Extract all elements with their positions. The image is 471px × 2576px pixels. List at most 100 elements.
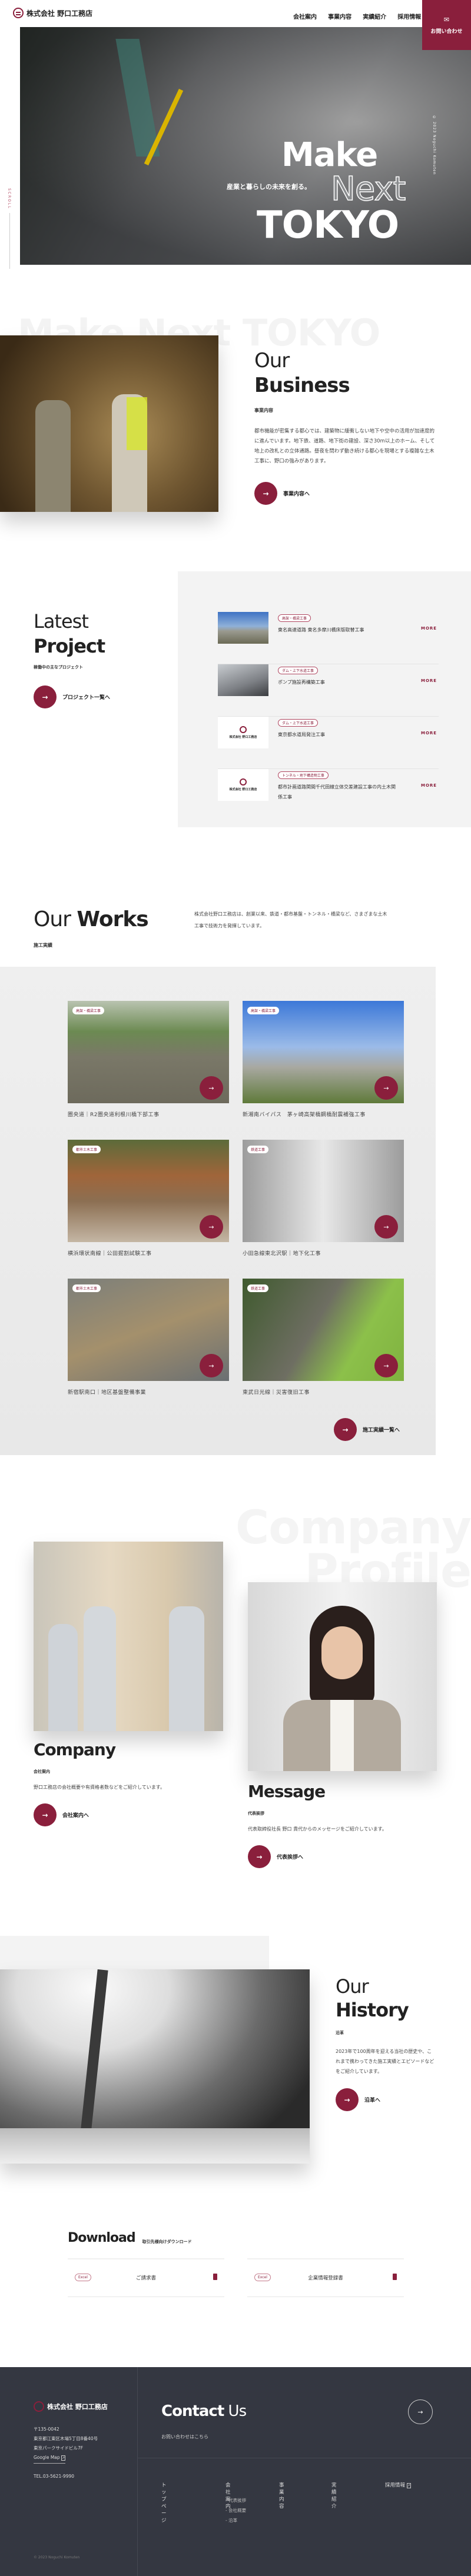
file-download-icon: [393, 2274, 397, 2280]
project-row[interactable]: 高架・橋梁工事 東名高速道路 東名多摩川橋床版取替工事 MORE: [218, 612, 439, 664]
work-card[interactable]: 高架・橋梁工事 → 新湘南バイパス 茅ヶ崎高架橋鋼橋耐震補強工事: [243, 1001, 404, 1118]
company-body: 野口工務店の会社概要や有資格者数などをご紹介しています。: [34, 1785, 165, 1790]
project-title: Project: [34, 635, 105, 657]
project-list: 高架・橋梁工事 東名高速道路 東名多摩川橋床版取替工事 MORE ダム・上下水道工事ポ…: [218, 612, 439, 821]
footer-nav-works[interactable]: 実績紹介: [331, 2481, 337, 2510]
work-photo: 高架・橋梁工事 →: [68, 1001, 229, 1103]
project-row[interactable]: 株式会社 野口工務店 トンネル・地下構造物工事 都市計画道路関間千代田線立体交差建設…: [218, 769, 439, 821]
work-card[interactable]: 高架・橋梁工事 → 圏央道｜R2圏央道利根川橋下部工事: [68, 1001, 229, 1118]
work-title: 新宿駅南口｜地区基盤整備事業: [68, 1390, 147, 1396]
business-title-our: Our: [254, 349, 290, 372]
hero-title-make: Make: [281, 136, 378, 174]
company-subtitle: 会社案内: [34, 1769, 50, 1774]
work-category-tag: 鉄道工事: [247, 1146, 269, 1153]
external-link-icon: ↗: [406, 2483, 411, 2488]
footer-subnav-history[interactable]: - 沿革: [225, 2515, 246, 2525]
contact-subtitle: お問い合わせはこちら: [161, 2434, 208, 2439]
nav-recruit[interactable]: 採用情報: [397, 14, 421, 21]
footer-contact[interactable]: Contact Us お問い合わせはこちら →: [138, 2367, 471, 2458]
footer-logo[interactable]: 株式会社 野口工務店: [34, 2401, 108, 2412]
project-row[interactable]: ダム・上下水道工事 ポンプ施設再構築工事 MORE: [218, 664, 439, 717]
contact-arrow-button[interactable]: →: [408, 2399, 433, 2424]
footer-copyright: © 2023 Noguchi Komuten: [34, 2555, 80, 2560]
arrow-right-icon[interactable]: →: [200, 1215, 223, 1239]
work-card[interactable]: 鉄道工事 → 小田急線東北沢駅｜地下化工事: [243, 1140, 404, 1257]
arrow-right-icon: →: [334, 1418, 357, 1441]
work-category-tag: 都市土木工事: [72, 1284, 101, 1292]
works-title: Our Works: [34, 907, 149, 931]
download-item[interactable]: Excel ご請求書: [68, 2258, 224, 2297]
work-title: 横浜環状南線｜公田掘割試験工事: [68, 1251, 152, 1257]
footer-address: 東京都江東区木場5丁目8番40号: [34, 2436, 98, 2441]
work-card[interactable]: 都市土木工事 → 新宿駅南口｜地区基盤整備事業: [68, 1279, 229, 1396]
work-card[interactable]: 都市土木工事 → 横浜環状南線｜公田掘割試験工事: [68, 1140, 229, 1257]
hero-photo: [20, 27, 471, 265]
business-photo: [0, 335, 218, 512]
project-title: 東京都水道局発注工事: [278, 732, 325, 737]
arrow-right-icon: →: [336, 2088, 359, 2111]
logo-mark-icon: [34, 2401, 44, 2412]
arrow-right-icon[interactable]: →: [374, 1215, 398, 1239]
footer-tel[interactable]: TEL.03-5621-9990: [34, 2472, 98, 2481]
download-label: ご請求書: [135, 2275, 156, 2281]
footer-nav-recruit[interactable]: 採用情報 ↗: [385, 2481, 411, 2488]
work-title: 小田急線東北沢駅｜地下化工事: [243, 1251, 321, 1257]
arrow-right-icon: →: [254, 482, 277, 505]
history-title-our: Our: [336, 1975, 369, 1998]
work-card[interactable]: 鉄道工事 → 東武日光線｜災害復旧工事: [243, 1279, 404, 1396]
project-title: ポンプ施設再構築工事: [278, 680, 325, 685]
footer-subnav-message[interactable]: - 代表挨拶: [225, 2495, 246, 2505]
footer-postal: 〒135-0042: [34, 2427, 59, 2432]
hero-title-next: Next: [330, 170, 406, 208]
history-button[interactable]: → 沿革へ: [336, 2088, 436, 2111]
footer-building: 東京パークサイドビル7F: [34, 2445, 84, 2451]
project-row[interactable]: 株式会社 野口工務店 ダム・上下水道工事東京都水道局発注工事 MORE: [218, 717, 439, 769]
company-button[interactable]: → 会社案内へ: [34, 1803, 165, 1826]
more-link[interactable]: MORE: [421, 626, 437, 631]
more-link[interactable]: MORE: [421, 678, 437, 683]
works-subtitle: 施工実績: [34, 943, 52, 948]
nav-business[interactable]: 事業内容: [328, 14, 351, 21]
logo[interactable]: 株式会社 野口工務店: [13, 8, 92, 18]
contact-button[interactable]: ✉ お問い合わせ: [422, 0, 471, 50]
download-label: 企業情報登録書: [308, 2275, 343, 2281]
arrow-right-icon[interactable]: →: [200, 1354, 223, 1377]
more-link[interactable]: MORE: [421, 783, 437, 788]
project-thumbnail: 株式会社 野口工務店: [218, 717, 268, 748]
arrow-right-icon: →: [34, 685, 57, 708]
site-footer: 株式会社 野口工務店 〒135-0042 東京都江東区木場5丁目8番40号 東京…: [0, 2367, 471, 2576]
scroll-indicator[interactable]: SCROLL: [7, 188, 11, 269]
latest-project-panel: 高架・橋梁工事 東名高速道路 東名多摩川橋床版取替工事 MORE ダム・上下水道工事ポ…: [178, 571, 471, 827]
footer-nav-business[interactable]: 事業内容: [279, 2481, 284, 2510]
work-category-tag: 鉄道工事: [247, 1284, 269, 1292]
latest-title: Latest: [34, 610, 89, 633]
footer-nav-top[interactable]: トップページ: [161, 2481, 167, 2524]
file-download-icon: [213, 2274, 217, 2280]
project-list-button[interactable]: → プロジェクト一覧へ: [34, 685, 110, 708]
project-title: 東名高速道路 東名多摩川橋床版取替工事: [278, 627, 364, 633]
message-button[interactable]: → 代表挨拶へ: [248, 1845, 387, 1868]
google-map-link[interactable]: Google Map ↗: [34, 2453, 66, 2464]
main-nav: 会社案内 事業内容 実績紹介 採用情報 ↗: [285, 10, 430, 21]
history-body: 2023年で100周年を迎える当社の歴史や、これまで携わってきた施工実績とエピソ…: [336, 2049, 434, 2074]
history-subtitle: 沿革: [336, 2031, 344, 2035]
nav-company[interactable]: 会社案内: [293, 14, 317, 21]
arrow-right-icon: →: [248, 1845, 271, 1868]
arrow-right-icon[interactable]: →: [200, 1076, 223, 1100]
arrow-right-icon[interactable]: →: [374, 1354, 398, 1377]
nav-works[interactable]: 実績紹介: [363, 14, 386, 21]
hero-copyright: © 2023 Noguchi Komuten: [432, 115, 436, 175]
works-body: 株式会社野口工務店は、創業以来、鉄道・都市基盤・トンネル・橋梁など、さまざまな土…: [194, 911, 387, 928]
business-title: Business: [254, 374, 350, 397]
work-photo: 都市土木工事 →: [68, 1279, 229, 1381]
business-more-button[interactable]: → 事業内容へ: [254, 482, 437, 505]
hero-title-tokyo: TOKYO: [257, 204, 399, 247]
footer-subnav-overview[interactable]: - 会社概要: [225, 2505, 246, 2515]
works-list-button[interactable]: → 施工実績一覧へ: [334, 1418, 400, 1441]
more-link[interactable]: MORE: [421, 731, 437, 735]
logo-mark-icon: [13, 8, 24, 18]
arrow-right-icon[interactable]: →: [374, 1076, 398, 1100]
project-category-tag: ダム・上下水道工事: [278, 719, 319, 727]
logo-text: 株式会社 野口工務店: [26, 9, 93, 18]
download-item[interactable]: Excel 企業情報登録書: [247, 2258, 404, 2297]
